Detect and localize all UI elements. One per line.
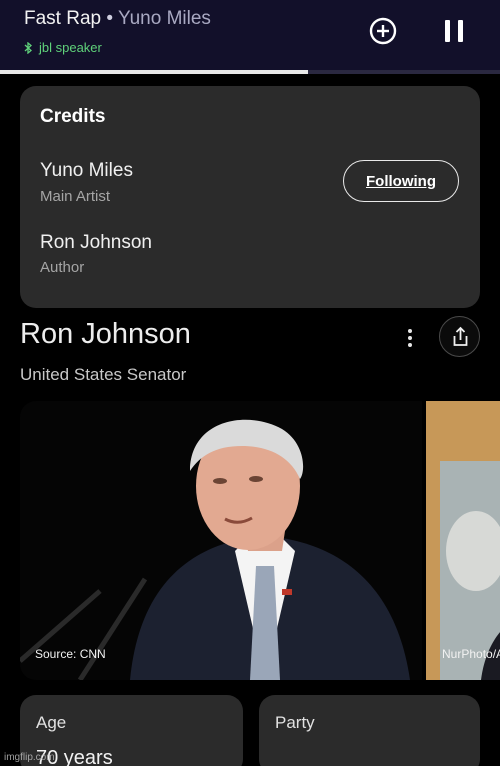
credit-role: Main Artist [40,188,111,205]
fact-label: Party [275,713,315,732]
watermark: imgflip.com [4,752,55,763]
credit-role: Author [40,259,85,276]
fact-card-party[interactable]: Party [259,695,480,766]
song-artist: Yuno Miles [117,8,211,29]
title-separator: • [106,8,114,29]
output-device[interactable]: jbl speaker [24,40,102,55]
following-button[interactable]: Following [343,160,459,202]
now-playing-bar[interactable]: Fast Rap • Yuno Miles jbl speaker [0,0,500,74]
bluetooth-icon [24,41,32,54]
add-circle-icon[interactable] [369,17,397,45]
share-icon [453,326,468,346]
playback-progress-fill [0,70,308,74]
credits-title: Credits [40,106,106,127]
now-playing-title: Fast Rap • Yuno Miles [24,8,211,30]
senator-portrait-illustration [20,419,410,680]
photo-source-label: NurPhoto/A [442,647,500,661]
more-vert-icon[interactable] [400,328,420,348]
entity-photo-secondary[interactable] [426,401,500,680]
credit-name[interactable]: Ron Johnson [40,232,152,254]
entity-subtitle: United States Senator [20,365,187,384]
entity-name: Ron Johnson [20,318,191,350]
credit-name[interactable]: Yuno Miles [40,160,133,182]
credits-card: Credits Yuno Miles Main Artist Following… [20,86,480,308]
share-button[interactable] [439,316,480,357]
pause-icon[interactable] [443,18,465,44]
playback-progress[interactable] [0,70,500,74]
secondary-photo-illustration [426,401,500,680]
entity-photo[interactable] [20,401,422,680]
output-device-label: jbl speaker [39,40,102,55]
song-title: Fast Rap [24,8,102,29]
photo-source-label: Source: CNN [35,647,106,661]
fact-label: Age [36,713,67,732]
